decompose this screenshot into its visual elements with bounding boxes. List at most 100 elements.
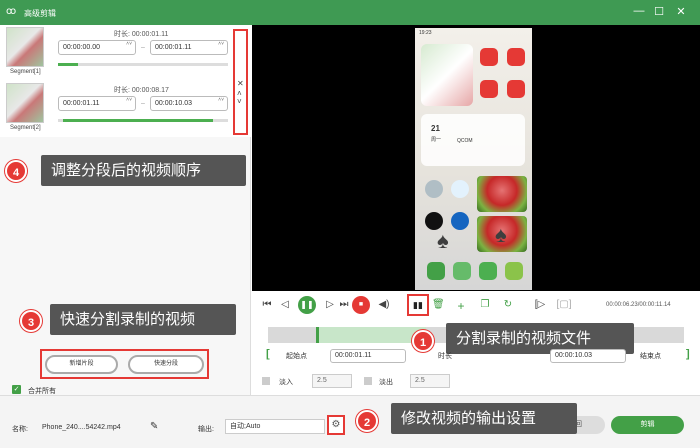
rename-icon[interactable]: ✎ bbox=[150, 421, 158, 432]
fade-in-checkbox[interactable] bbox=[262, 377, 270, 385]
edit-button[interactable]: 剪辑 bbox=[611, 416, 684, 434]
segment-list: Segment[1] 时长: 00:00:01.11 00:00:00.00 ˄˅… bbox=[0, 25, 251, 137]
calendar-day: 21 bbox=[431, 124, 440, 133]
split-button[interactable]: ▮▮ bbox=[407, 294, 429, 316]
segment-item[interactable]: Segment[1] 时长: 00:00:01.11 00:00:00.00 ˄˅… bbox=[0, 25, 232, 80]
segment-end-input[interactable]: 00:00:10.03 ˄˅ bbox=[150, 96, 228, 111]
spinner-icon[interactable]: ˄˅ bbox=[218, 41, 224, 47]
fade-out-input[interactable]: 2.5 bbox=[410, 374, 450, 388]
minimize-icon[interactable]: — bbox=[632, 5, 646, 17]
output-select[interactable]: 自动;Auto bbox=[225, 419, 325, 434]
end-bracket-icon: ] bbox=[686, 348, 690, 360]
widget-label: QCOM bbox=[457, 138, 473, 144]
callout-2-text: 修改视频的输出设置 bbox=[391, 403, 577, 434]
move-down-icon[interactable]: ˅ bbox=[237, 97, 242, 106]
pause-button[interactable]: ❚❚ bbox=[298, 296, 316, 314]
close-icon[interactable]: ✕ bbox=[674, 5, 688, 18]
tree-icon: ♠ bbox=[437, 228, 449, 253]
output-settings-icon[interactable]: ⚙ bbox=[327, 415, 345, 435]
output-label: 输出: bbox=[198, 426, 214, 433]
quick-split-button[interactable]: 快速分段 bbox=[128, 355, 204, 374]
app-icon bbox=[505, 262, 523, 280]
segment-end-input[interactable]: 00:00:01.11 ˄˅ bbox=[150, 40, 228, 55]
fade-out-checkbox[interactable] bbox=[364, 377, 372, 385]
preview-frame: 19:23 21 周一 QCOM ♠ ♠ bbox=[415, 28, 532, 290]
end-time-input[interactable]: 00:00:10.03 bbox=[550, 349, 626, 363]
segment-reorder-controls: ✕ ˄ ˅ bbox=[233, 29, 248, 135]
app-icon bbox=[479, 262, 497, 280]
app-logo-icon: ꝏ bbox=[6, 6, 17, 17]
segment-duration: 时长: 00:00:08.17 bbox=[114, 87, 169, 94]
segment-thumbnail bbox=[6, 83, 44, 123]
start-time-input[interactable]: 00:00:01.11 bbox=[330, 349, 406, 363]
start-point-label: 起始点 bbox=[286, 353, 307, 360]
calendar-widget: 21 周一 QCOM bbox=[421, 114, 525, 166]
fade-in-label: 淡入 bbox=[279, 379, 293, 386]
file-name: Phone_240....54242.mp4 bbox=[42, 424, 121, 431]
title-bar: ꝏ 高级剪辑 — ☐ ✕ bbox=[0, 0, 700, 25]
start-bracket-icon: [ bbox=[266, 348, 270, 360]
mark-out-icon[interactable]: [▢] bbox=[556, 299, 572, 310]
add-segment-button[interactable]: 新增片段 bbox=[45, 355, 118, 374]
phone-app-icon bbox=[427, 262, 445, 280]
calendar-weekday: 周一 bbox=[431, 137, 442, 143]
spinner-icon[interactable]: ˄˅ bbox=[126, 41, 132, 47]
playback-time: 00:00:06.23/00:00:11.14 bbox=[606, 302, 671, 308]
clip-range-row: [ 起始点 00:00:01.11 时长 00:00:10.03 结束点 ] bbox=[262, 348, 694, 364]
photo-widget bbox=[477, 176, 527, 212]
app-icon bbox=[425, 180, 443, 198]
app-icon bbox=[480, 80, 498, 98]
maximize-icon[interactable]: ☐ bbox=[652, 5, 666, 18]
copy-icon[interactable]: ❐ bbox=[479, 299, 491, 310]
phone-status: 19:23 bbox=[419, 30, 432, 36]
merge-all-checkbox[interactable]: ✓ bbox=[12, 385, 21, 394]
app-icon bbox=[451, 180, 469, 198]
skip-end-icon[interactable]: ⏭ bbox=[338, 299, 350, 310]
segment-name: Segment[2] bbox=[10, 125, 41, 131]
delete-segment-icon[interactable]: ✕ bbox=[237, 79, 244, 88]
app-icon bbox=[453, 262, 471, 280]
segment-thumbnail bbox=[6, 27, 44, 67]
name-label: 名称: bbox=[12, 426, 28, 433]
segment-start-input[interactable]: 00:00:00.00 ˄˅ bbox=[58, 40, 136, 55]
photo-widget bbox=[421, 44, 473, 106]
callout-3-text: 快速分割录制的视频 bbox=[50, 304, 236, 335]
callout-2-badge: 2 bbox=[356, 410, 378, 432]
fade-in-input[interactable]: 2.5 bbox=[312, 374, 352, 388]
callout-4-badge: 4 bbox=[5, 160, 27, 182]
selected-range bbox=[316, 327, 426, 343]
redo-icon[interactable]: ↻ bbox=[502, 299, 514, 310]
fade-out-label: 淡出 bbox=[379, 379, 393, 386]
delete-icon[interactable]: 🗑 bbox=[432, 299, 445, 310]
fade-row: 淡入 2.5 淡出 2.5 bbox=[262, 374, 462, 390]
segment-name: Segment[1] bbox=[10, 69, 41, 75]
app-icon bbox=[451, 212, 469, 230]
segment-progress bbox=[58, 63, 228, 66]
prev-frame-icon[interactable]: ◁ bbox=[279, 299, 291, 310]
callout-4-text: 调整分段后的视频顺序 bbox=[41, 155, 246, 186]
range-dash: – bbox=[141, 44, 145, 51]
duration-label: 时长 bbox=[438, 353, 452, 360]
segment-item[interactable]: Segment[2] 时长: 00:00:08.17 00:00:01.11 ˄˅… bbox=[0, 81, 232, 136]
segment-duration: 时长: 00:00:01.11 bbox=[114, 31, 169, 38]
range-handle[interactable] bbox=[316, 327, 319, 343]
app-icon bbox=[507, 80, 525, 98]
stop-button[interactable]: ■ bbox=[352, 296, 370, 314]
spinner-icon[interactable]: ˄˅ bbox=[218, 97, 224, 103]
window-title: 高级剪辑 bbox=[24, 9, 56, 18]
volume-icon[interactable]: ◀) bbox=[376, 299, 392, 310]
output-bar: 名称: Phone_240....54242.mp4 ✎ 输出: 自动;Auto… bbox=[0, 395, 700, 448]
next-frame-icon[interactable]: ▷ bbox=[324, 299, 336, 310]
segment-panel: Segment[1] 时长: 00:00:01.11 00:00:00.00 ˄˅… bbox=[0, 25, 251, 395]
mark-in-icon[interactable]: [▷ bbox=[532, 299, 548, 310]
skip-start-icon[interactable]: ⏮ bbox=[261, 299, 273, 310]
app-icon bbox=[480, 48, 498, 66]
app-icon bbox=[507, 48, 525, 66]
segment-start-input[interactable]: 00:00:01.11 ˄˅ bbox=[58, 96, 136, 111]
add-icon[interactable]: + bbox=[455, 299, 467, 313]
spinner-icon[interactable]: ˄˅ bbox=[126, 97, 132, 103]
segment-progress bbox=[58, 119, 228, 122]
tree-icon: ♠ bbox=[495, 222, 507, 247]
callout-3-badge: 3 bbox=[20, 310, 42, 332]
range-dash: – bbox=[141, 100, 145, 107]
